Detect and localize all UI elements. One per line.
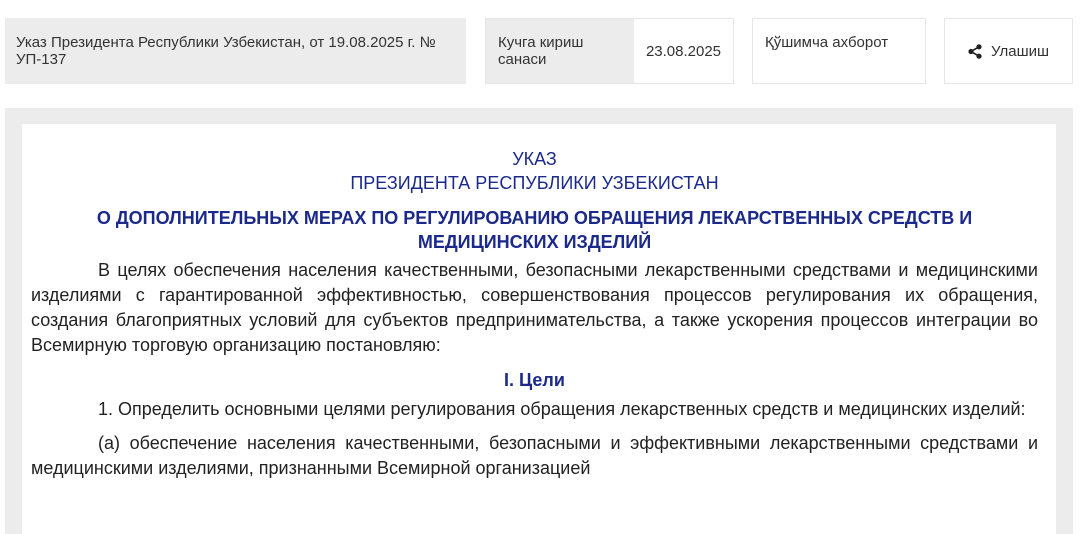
preamble-paragraph: В целях обеспечения населения качественн… xyxy=(31,260,1038,355)
document-header-bar: Указ Президента Республики Узбекистан, о… xyxy=(0,0,1080,100)
document-page: УКАЗ ПРЕЗИДЕНТА РЕСПУБЛИКИ УЗБЕКИСТАН О … xyxy=(22,124,1056,534)
share-icon xyxy=(968,43,982,59)
extra-info-button[interactable]: Қўшимча ахборот xyxy=(752,18,926,84)
section-heading: I. Цели xyxy=(504,370,565,390)
paragraph-item-1a: (а) обеспечение населения качественными,… xyxy=(31,433,1038,478)
paragraph-item-1: 1. Определить основными целями регулиров… xyxy=(98,399,1026,419)
document-reference: Указ Президента Республики Узбекистан, о… xyxy=(5,18,466,84)
share-label: Улашиш xyxy=(990,42,1050,60)
document-issuer: ПРЕЗИДЕНТА РЕСПУБЛИКИ УЗБЕКИСТАН xyxy=(350,173,719,193)
document-viewer: УКАЗ ПРЕЗИДЕНТА РЕСПУБЛИКИ УЗБЕКИСТАН О … xyxy=(5,108,1073,534)
document-title: О ДОПОЛНИТЕЛЬНЫХ МЕРАХ ПО РЕГУЛИРОВАНИЮ … xyxy=(96,208,973,252)
effective-date-box: Кучга кириш санаси 23.08.2025 xyxy=(485,18,734,84)
effective-date-label: Кучга кириш санаси xyxy=(486,19,634,83)
effective-date-value: 23.08.2025 xyxy=(645,42,722,60)
document-type: УКАЗ xyxy=(512,149,557,169)
document-body: УКАЗ ПРЕЗИДЕНТА РЕСПУБЛИКИ УЗБЕКИСТАН О … xyxy=(31,124,1038,481)
share-button[interactable]: Улашиш xyxy=(944,18,1073,84)
